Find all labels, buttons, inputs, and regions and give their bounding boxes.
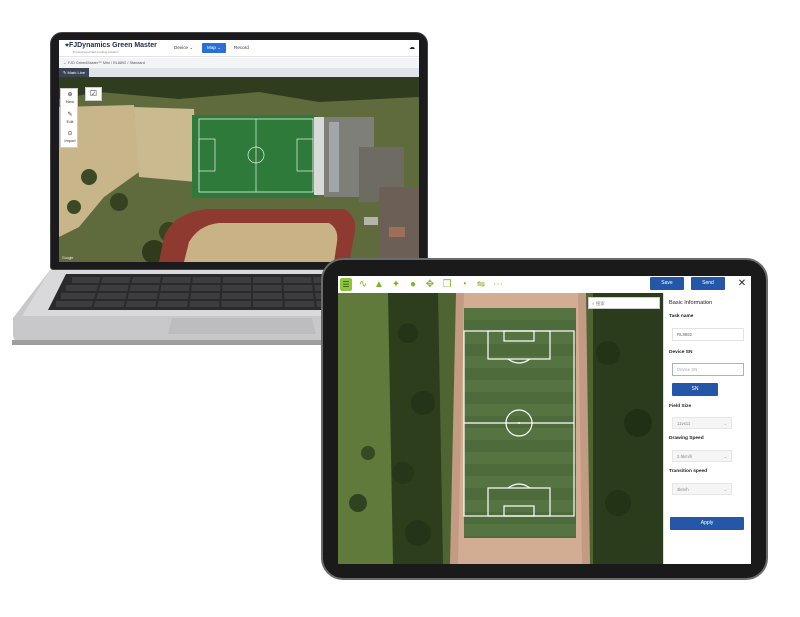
device-sn-label: Device SN bbox=[669, 350, 693, 355]
tablet-map[interactable] bbox=[338, 293, 663, 564]
field-size-select[interactable]: 11vs11 ⌄ bbox=[672, 417, 732, 429]
nav-device[interactable]: Device ⌄ bbox=[169, 43, 198, 53]
copy-icon[interactable]: ❐ bbox=[441, 278, 453, 291]
drawing-speed-select[interactable]: 2.5km/h ⌄ bbox=[672, 450, 732, 462]
sn-button[interactable]: SN bbox=[672, 383, 718, 396]
laptop-toolbar: ⊕ New ✎ Edit ⊙ Import bbox=[60, 88, 78, 148]
search-input[interactable]: ⌕ 搜索 bbox=[588, 297, 660, 309]
tablet-toolbar: ☰ ∿ ▲ ✦ ● ✥ ❐ ◔ ⇋ ⋯ Save Send bbox=[338, 276, 725, 293]
task-name-label: Task name bbox=[669, 314, 694, 319]
swap-icon[interactable]: ⇋ bbox=[475, 278, 487, 291]
panel-title: Basic Information bbox=[669, 300, 713, 306]
satellite-map bbox=[59, 77, 419, 262]
map-watermark: Google bbox=[62, 256, 74, 260]
tablet-screen: ☰ ∿ ▲ ✦ ● ✥ ❐ ◔ ⇋ ⋯ Save Send ✕ ⌕ 搜索 Bas… bbox=[338, 276, 751, 564]
save-button[interactable]: Save bbox=[650, 277, 684, 290]
device-sn-field[interactable]: Device SN bbox=[672, 363, 744, 376]
edit-icon: ✎ bbox=[67, 112, 73, 118]
speed-icon[interactable]: ◔ bbox=[458, 278, 470, 291]
move-icon[interactable]: ✥ bbox=[424, 278, 436, 291]
pin-icon[interactable]: ● bbox=[407, 278, 419, 291]
edit-label: Edit bbox=[66, 119, 74, 124]
laptop-map[interactable]: Google bbox=[59, 77, 419, 262]
transition-speed-select[interactable]: 3km/h ⌄ bbox=[672, 483, 732, 495]
app-subtitle: Professional field marking solution bbox=[73, 50, 119, 54]
apply-button[interactable]: Apply bbox=[670, 517, 744, 530]
app-title: FJDynamics Green Master bbox=[68, 42, 157, 49]
shape-icon[interactable]: ▲ bbox=[373, 278, 385, 291]
basic-information-panel: Basic Information Task name RL9892 Devic… bbox=[663, 293, 751, 564]
tab-bar: ✎ Mark Line bbox=[59, 68, 419, 77]
satellite-map bbox=[338, 293, 663, 564]
tab-mark-line[interactable]: ✎ Mark Line bbox=[59, 68, 90, 77]
app-header: ⌖FJDynamics Green Master Professional fi… bbox=[59, 40, 419, 57]
send-button[interactable]: Send bbox=[691, 277, 725, 290]
chevron-down-icon: ⌄ bbox=[723, 421, 727, 426]
import-button[interactable]: ⊙ Import bbox=[61, 131, 79, 143]
task-name-field[interactable]: RL9892 bbox=[672, 328, 744, 341]
search-icon: ⌕ bbox=[592, 301, 595, 306]
laptop-screen: ⌖FJDynamics Green Master Professional fi… bbox=[59, 40, 419, 262]
line-icon[interactable]: ∿ bbox=[357, 278, 369, 291]
check-square-icon[interactable]: ☑ bbox=[85, 87, 102, 101]
new-button[interactable]: ⊕ New bbox=[61, 92, 79, 104]
chevron-down-icon: ⌄ bbox=[723, 487, 727, 492]
chevron-down-icon: ⌄ bbox=[723, 454, 727, 459]
field-size-label: Field Size bbox=[669, 404, 692, 409]
breadcrumb[interactable]: ← FJD GreenMaster™ Mini / RL8892 / Stand… bbox=[59, 58, 419, 68]
import-icon: ⊙ bbox=[67, 131, 73, 137]
marker-icon[interactable]: ✦ bbox=[390, 278, 402, 291]
close-icon[interactable]: ✕ bbox=[736, 278, 748, 290]
more-icon[interactable]: ⋯ bbox=[492, 278, 504, 291]
app-logo: ⌖FJDynamics Green Master bbox=[65, 42, 157, 50]
nav-record[interactable]: Record bbox=[229, 43, 254, 53]
pencil-icon: ✎ bbox=[63, 70, 67, 75]
import-label: Import bbox=[64, 138, 76, 143]
plus-circle-icon: ⊕ bbox=[67, 92, 73, 98]
nav-map[interactable]: Map ⌄ bbox=[202, 43, 227, 53]
cloud-icon[interactable]: ☁ bbox=[409, 44, 415, 51]
search-placeholder: 搜索 bbox=[595, 301, 605, 306]
list-icon[interactable]: ☰ bbox=[340, 278, 352, 291]
transition-speed-label: Transition speed bbox=[669, 469, 708, 474]
drawing-speed-label: Drawing Speed bbox=[669, 436, 704, 441]
new-label: New bbox=[65, 99, 74, 104]
edit-button[interactable]: ✎ Edit bbox=[61, 112, 79, 124]
